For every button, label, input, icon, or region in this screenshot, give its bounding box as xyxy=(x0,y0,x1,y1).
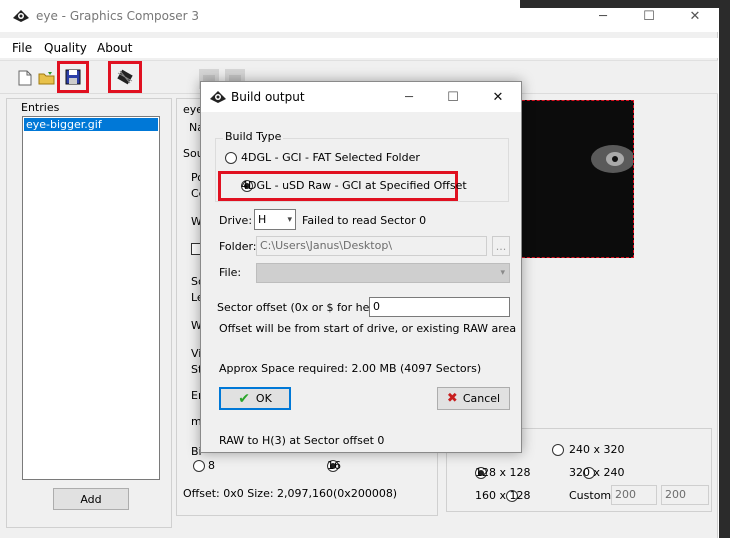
drive-value: H xyxy=(258,213,267,226)
sector-offset-label: Sector offset (0x or $ for hex) xyxy=(217,301,380,314)
open-folder-button[interactable] xyxy=(36,67,58,89)
bits-8-radio[interactable] xyxy=(193,460,205,472)
checkmark-icon: ✔ xyxy=(238,390,250,407)
size-160x128-label: 160 x 128 xyxy=(475,489,531,502)
size-240x320-radio[interactable] xyxy=(552,444,564,456)
file-select[interactable]: ▾ xyxy=(256,263,510,283)
build-output-button[interactable] xyxy=(108,61,142,93)
chevron-down-icon: ▾ xyxy=(500,268,505,278)
cross-icon: ✖ xyxy=(446,391,458,406)
desktop-background xyxy=(520,0,730,8)
menu-quality[interactable]: Quality xyxy=(44,41,87,55)
drive-select[interactable]: H ▾ xyxy=(254,209,296,230)
drive-label: Drive: xyxy=(219,214,253,227)
dialog-minimize-button[interactable]: ─ xyxy=(387,82,431,112)
custom-width-input[interactable]: 200 xyxy=(611,485,657,505)
eye-image-preview xyxy=(591,145,635,173)
usd-raw-label: 4DGL - uSD Raw - GCI at Specified Offset xyxy=(241,179,467,192)
chevron-down-icon: ▾ xyxy=(287,214,292,225)
ok-button[interactable]: ✔ OK xyxy=(219,387,291,410)
floppy-disk-icon xyxy=(65,69,81,85)
folder-input[interactable]: C:\Users\Janus\Desktop\ xyxy=(256,236,487,256)
menu-about[interactable]: About xyxy=(97,41,132,55)
browse-button[interactable]: ... xyxy=(492,236,510,256)
size-320x240-label: 320 x 240 xyxy=(569,466,625,479)
menu-file[interactable]: File xyxy=(12,41,32,55)
entries-label: Entries xyxy=(21,101,60,114)
save-button[interactable] xyxy=(57,61,89,93)
entries-panel: Entries eye-bigger.gif Add xyxy=(6,98,172,528)
bits-16-label: 16 xyxy=(327,459,341,472)
sector-offset-input[interactable]: 0 xyxy=(369,297,510,317)
size-240x320-label: 240 x 320 xyxy=(569,443,625,456)
new-file-button[interactable] xyxy=(14,67,36,89)
dialog-maximize-button[interactable]: ☐ xyxy=(431,82,475,112)
offset-size-text: Offset: 0x0 Size: 2,097,160(0x200008) xyxy=(183,487,398,500)
dialog-close-button[interactable]: ✕ xyxy=(475,82,521,112)
menu-bar: File Quality About xyxy=(0,38,718,58)
ok-label: OK xyxy=(255,392,272,405)
space-required-text: Approx Space required: 2.00 MB (4097 Sec… xyxy=(219,362,482,375)
build-output-dialog: Build output ─ ☐ ✕ Build Type 4DGL - GCI… xyxy=(200,81,522,453)
size-128x128-label: 128 x 128 xyxy=(475,466,531,479)
new-file-icon xyxy=(18,70,32,86)
entries-list[interactable]: eye-bigger.gif xyxy=(22,116,160,480)
dialog-title-bar: Build output ─ ☐ ✕ xyxy=(201,82,521,112)
bits-8-label: 8 xyxy=(208,459,215,472)
build-type-label: Build Type xyxy=(223,130,284,143)
memory-chip-icon xyxy=(117,69,133,85)
window-title: eye - Graphics Composer 3 xyxy=(36,9,200,23)
desktop-background xyxy=(719,0,730,538)
cancel-label: Cancel xyxy=(462,392,501,405)
dialog-title: Build output xyxy=(231,90,305,104)
cancel-button[interactable]: ✖ Cancel xyxy=(437,387,510,410)
size-custom-label: Custom xyxy=(569,489,612,502)
eye-app-icon xyxy=(210,91,226,103)
add-button[interactable]: Add xyxy=(53,488,129,510)
custom-height-input[interactable]: 200 xyxy=(661,485,709,505)
eye-app-icon xyxy=(13,10,29,22)
sector-offset-note: Offset will be from start of drive, or e… xyxy=(219,322,517,335)
status-text: RAW to H(3) at Sector offset 0 xyxy=(219,434,385,447)
list-item[interactable]: eye-bigger.gif xyxy=(24,118,158,131)
fat-folder-label: 4DGL - GCI - FAT Selected Folder xyxy=(241,151,420,164)
fat-folder-radio[interactable] xyxy=(225,152,237,164)
drive-status: Failed to read Sector 0 xyxy=(302,214,427,227)
open-folder-icon xyxy=(38,72,55,85)
file-label: File: xyxy=(219,266,242,279)
folder-label: Folder: xyxy=(219,240,257,253)
